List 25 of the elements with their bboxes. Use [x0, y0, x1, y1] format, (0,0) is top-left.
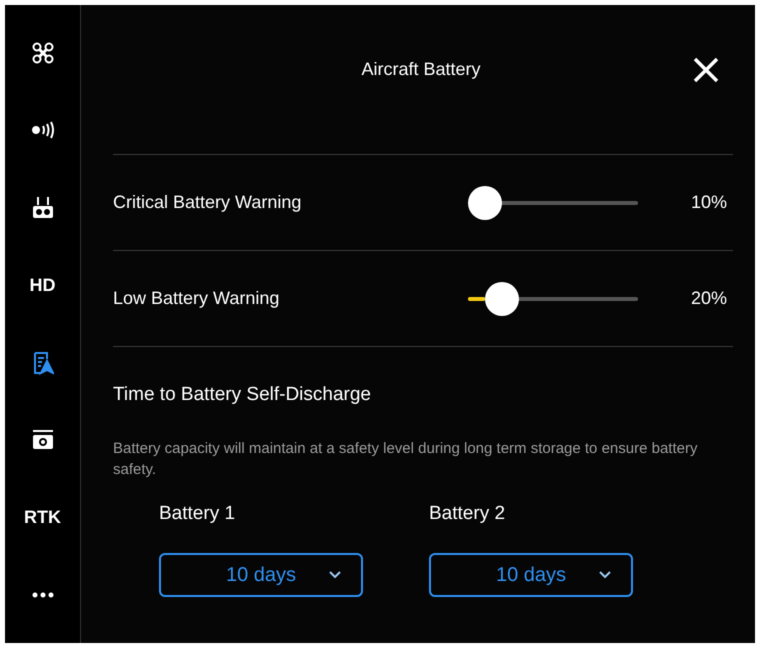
slider-label: Low Battery Warning [113, 287, 280, 310]
section-title: Time to Battery Self-Discharge [113, 383, 372, 407]
chevron-down-icon [599, 571, 611, 579]
slider-thumb[interactable] [485, 282, 519, 316]
slider-label: Critical Battery Warning [113, 191, 302, 214]
days-dropdown[interactable]: 10 days [429, 553, 633, 597]
drone-icon [30, 41, 54, 65]
more-icon [32, 592, 54, 598]
document-plane-icon [32, 350, 54, 375]
camera-icon [32, 429, 54, 452]
panel-title: Aircraft Battery [360, 58, 482, 81]
slider-thumb[interactable] [468, 186, 502, 220]
signal-icon [30, 120, 56, 140]
slider-fill [468, 296, 485, 300]
chevron-down-icon [329, 571, 341, 579]
sidebar-item[interactable]: HD [14, 265, 70, 306]
description-text: Battery capacity will maintain at a safety level during long term storage to ensure battery safety. [113, 438, 698, 480]
battery-label: Battery 1 [159, 502, 236, 526]
battery-label: Battery 2 [429, 502, 506, 526]
close-icon [693, 56, 719, 82]
remote-controller-icon [32, 196, 54, 220]
days-dropdown[interactable]: 10 days [159, 553, 363, 597]
slider-reading: 20% [690, 287, 728, 310]
sidebar-item[interactable]: RTK [14, 498, 70, 538]
slider-reading: 10% [690, 191, 728, 214]
